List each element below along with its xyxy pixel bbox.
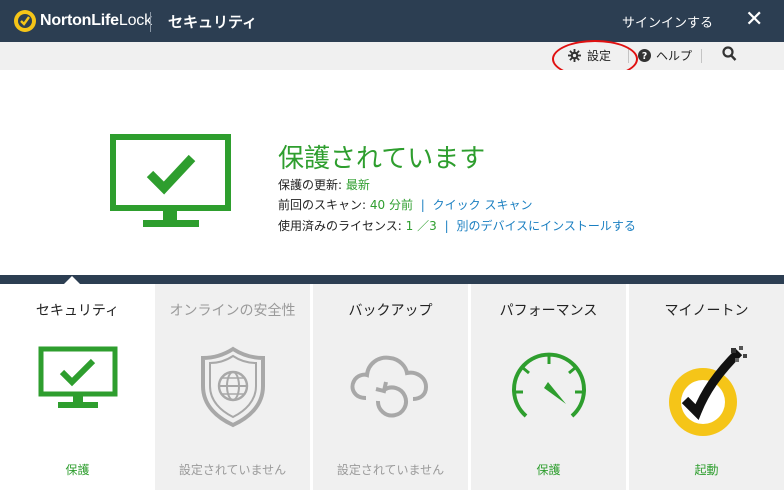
title-bar: NortonLifeLock セキュリティ サインインする ✕ (0, 0, 784, 42)
norton-checkmark-icon (14, 10, 36, 32)
install-other-device-link[interactable]: 別のデバイスにインストールする (456, 219, 635, 233)
toolbar: 設定 ? ヘルプ (0, 42, 784, 70)
update-value: 最新 (345, 178, 370, 192)
signin-link[interactable]: サインインする (622, 12, 713, 31)
update-label: 保護の更新: (278, 178, 343, 192)
svg-text:?: ? (642, 51, 647, 62)
norton-logo: NortonLifeLock (14, 10, 152, 32)
license-value: 1 ／3 (405, 219, 437, 233)
tile-security[interactable]: セキュリティ 保護 (0, 284, 155, 490)
last-scan-row: 前回のスキャン: 40 分前 | クイック スキャン (278, 196, 533, 213)
title-separator (150, 12, 151, 32)
tile-performance[interactable]: パフォーマンス 保護 (471, 284, 626, 490)
monitor-check-icon (38, 346, 117, 408)
norton-check-icon (668, 346, 747, 436)
license-label: 使用済みのライセンス: (278, 219, 402, 233)
tile-status: 保護 (536, 463, 561, 477)
tile-status: 起動 (694, 463, 719, 477)
tile-status: 保護 (65, 463, 90, 477)
license-row: 使用済みのライセンス: 1 ／3 | 別のデバイスにインストールする (278, 217, 636, 234)
app-title: セキュリティ (168, 13, 258, 31)
tile-title: オンラインの安全性 (169, 303, 296, 319)
help-icon: ? (638, 49, 651, 62)
tile-backup[interactable]: バックアップ 設定されていません (313, 284, 468, 490)
scan-label: 前回のスキャン: (278, 198, 367, 212)
separator: | (444, 219, 449, 233)
update-status-row: 保護の更新: 最新 (278, 176, 370, 193)
section-divider (0, 275, 784, 284)
search-icon (722, 46, 737, 61)
shield-globe-icon (200, 346, 265, 428)
tile-status: 設定されていません (178, 463, 287, 477)
protected-monitor-icon (110, 134, 231, 227)
tile-title: パフォーマンス (499, 303, 598, 319)
search-button[interactable] (722, 46, 737, 66)
protection-status-title: 保護されています (278, 144, 486, 174)
tile-online-safety[interactable]: オンラインの安全性 設定されていません (155, 284, 310, 490)
tile-status: 設定されていません (336, 463, 445, 477)
bottom-strip (0, 490, 784, 497)
scan-value: 40 分前 (369, 198, 413, 212)
cloud-backup-icon (350, 355, 428, 418)
tile-my-norton[interactable]: マイノートン 起動 (629, 284, 784, 490)
quick-scan-link[interactable]: クイック スキャン (433, 198, 533, 212)
speedometer-icon (511, 352, 586, 418)
help-button[interactable]: ? ヘルプ (638, 47, 692, 64)
tile-title: セキュリティ (35, 303, 120, 319)
status-panel: 保護されています 保護の更新: 最新 前回のスキャン: 40 分前 | クイック… (0, 70, 784, 335)
toolbar-separator (701, 49, 702, 63)
separator: | (420, 198, 425, 212)
help-label: ヘルプ (656, 49, 693, 63)
tile-title: マイノートン (664, 303, 749, 319)
close-button[interactable]: ✕ (745, 6, 763, 34)
tile-title: バックアップ (348, 303, 433, 319)
brand-name: NortonLifeLock (40, 12, 152, 29)
